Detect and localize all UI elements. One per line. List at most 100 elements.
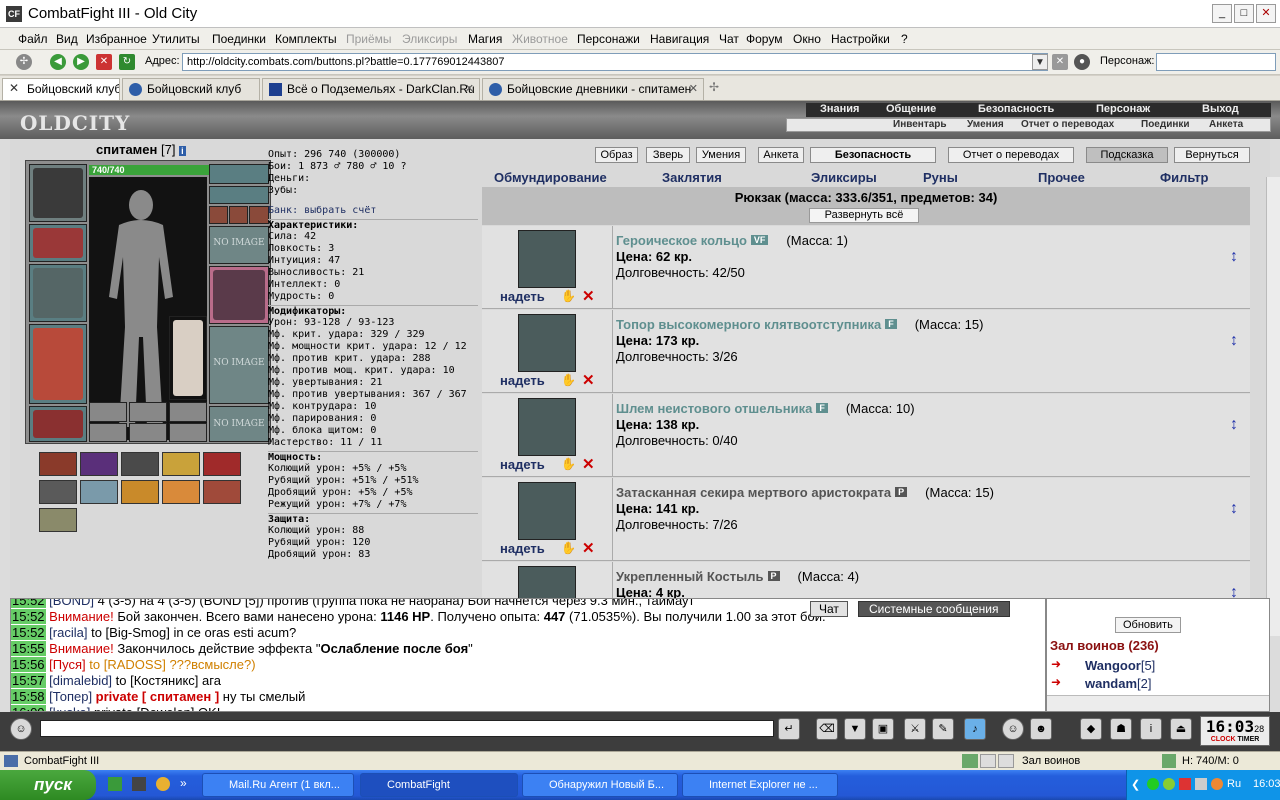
menu-animal[interactable]: Животное xyxy=(512,32,568,46)
minimize-button[interactable]: _ xyxy=(1212,4,1232,23)
wear-button[interactable]: надеть xyxy=(500,373,545,388)
task-combatfight[interactable]: CombatFight xyxy=(360,773,518,797)
user-link[interactable]: Wangoor[5] xyxy=(1085,658,1155,673)
delete-icon[interactable]: ✕ xyxy=(582,371,595,389)
belt-item-4[interactable] xyxy=(162,452,200,476)
profile-button[interactable]: Анкета xyxy=(758,147,804,163)
subnav-inventory[interactable]: Инвентарь xyxy=(893,119,947,130)
tray-app-icon[interactable] xyxy=(1179,778,1191,790)
item-name[interactable]: Шлем неистового отшельника F (Масса: 10) xyxy=(616,401,915,416)
boots-slot[interactable]: NO IMAGE xyxy=(209,406,269,442)
security-button[interactable]: Безопасность xyxy=(810,147,936,163)
belt-item-11[interactable] xyxy=(39,508,77,532)
offhand-slot[interactable] xyxy=(209,266,269,324)
eraser-icon[interactable]: ⌫ xyxy=(816,718,838,740)
nav-security[interactable]: Безопасность xyxy=(978,103,1054,115)
rune-slot-6[interactable] xyxy=(169,423,207,442)
defense-header[interactable]: Защита: xyxy=(268,513,478,525)
nav-knowledge[interactable]: Знания xyxy=(820,103,859,115)
modifiers-header[interactable]: Модификаторы: xyxy=(268,305,478,317)
network-icon[interactable] xyxy=(1195,778,1207,790)
page-icon[interactable] xyxy=(980,754,996,768)
earring-slot[interactable] xyxy=(209,164,269,184)
pants-slot[interactable]: NO IMAGE xyxy=(209,326,269,404)
hint-button[interactable]: Подсказка xyxy=(1086,147,1168,163)
user-link[interactable]: wandam[2] xyxy=(1085,676,1151,691)
ring-slot-2[interactable] xyxy=(229,206,248,224)
bank-link[interactable]: Банк: выбрать счёт xyxy=(268,205,478,217)
menu-window[interactable]: Окно xyxy=(793,32,821,46)
item-name[interactable]: Затасканная секира мертвого аристократа P… xyxy=(616,485,994,500)
transfers-button[interactable]: Отчет о переводах xyxy=(948,147,1074,163)
tab-chat[interactable]: Чат xyxy=(810,601,848,617)
new-tab-icon[interactable]: ✢ xyxy=(709,80,719,94)
start-button[interactable]: пуск xyxy=(0,770,96,800)
exit-icon[interactable]: ⏏ xyxy=(1170,718,1192,740)
wear-button[interactable]: надеть xyxy=(500,457,545,472)
pin-icon[interactable]: ✢ xyxy=(16,54,32,70)
menu-settings[interactable]: Настройки xyxy=(831,32,890,46)
online-icon[interactable] xyxy=(962,754,978,768)
pet-button[interactable]: Зверь xyxy=(646,147,690,163)
emoticon-icon[interactable]: ☺ xyxy=(1002,718,1024,740)
sound-icon[interactable]: ♪ xyxy=(964,718,986,740)
menu-file[interactable]: Файл xyxy=(18,32,48,46)
menu-favorites[interactable]: Избранное xyxy=(86,32,147,46)
users-icon[interactable]: ● xyxy=(1074,54,1090,70)
gloves-slot[interactable]: NO IMAGE xyxy=(209,226,269,264)
rune-slot-1[interactable] xyxy=(89,402,127,422)
chevron-icon[interactable]: » xyxy=(180,776,187,790)
menu-utils[interactable]: Утилиты xyxy=(152,32,200,46)
persona-select[interactable] xyxy=(1156,53,1276,71)
delete-icon[interactable]: ✕ xyxy=(582,455,595,473)
armor-slot[interactable] xyxy=(29,324,87,404)
item-name[interactable]: Топор высокомерного клятвоотступника F (Ма… xyxy=(616,317,983,332)
tab-filter[interactable]: Фильтр xyxy=(1160,170,1209,185)
menu-characters[interactable]: Персонажи xyxy=(577,32,640,46)
tab-fightclub-2[interactable]: Бойцовский клуб xyxy=(122,78,260,100)
task-ie[interactable]: Internet Explorer не ... xyxy=(682,773,838,797)
menu-navigation[interactable]: Навигация xyxy=(650,32,709,46)
chat-nick[interactable]: [dimalebid] xyxy=(49,673,112,688)
close-button[interactable]: ✕ xyxy=(1256,4,1276,23)
belt-item-10[interactable] xyxy=(203,480,241,504)
weapon-slot[interactable] xyxy=(29,264,87,322)
send-icon[interactable]: ↵ xyxy=(778,718,800,740)
filter-icon[interactable]: ▼ xyxy=(844,718,866,740)
item-icon[interactable] xyxy=(518,398,576,456)
address-dropdown-icon[interactable]: ▼ xyxy=(1032,54,1048,70)
nav-character[interactable]: Персонаж xyxy=(1096,103,1150,115)
menu-fights[interactable]: Поединки xyxy=(212,32,266,46)
menu-chat[interactable]: Чат xyxy=(719,32,739,46)
menu-sets[interactable]: Комплекты xyxy=(275,32,337,46)
menu-magic[interactable]: Магия xyxy=(468,32,502,46)
belt-item-2[interactable] xyxy=(80,452,118,476)
tab-spells[interactable]: Заклятия xyxy=(662,170,722,185)
chat-nick[interactable]: [Пуся] xyxy=(49,657,85,672)
tab-equipment[interactable]: Обмундирование xyxy=(494,170,607,185)
delete-icon[interactable]: ✕ xyxy=(582,287,595,305)
address-input[interactable]: http://oldcity.combats.com/buttons.pl?ba… xyxy=(182,53,1048,71)
belt-item-9[interactable] xyxy=(162,480,200,504)
amulet-slot[interactable] xyxy=(209,186,269,204)
helmet-slot[interactable] xyxy=(29,164,87,222)
subnav-transfers[interactable]: Отчет о переводах xyxy=(1021,119,1114,130)
chrome-icon[interactable] xyxy=(156,777,170,791)
glove-icon[interactable]: ✋ xyxy=(561,541,576,555)
nav-social[interactable]: Общение xyxy=(886,103,936,115)
tab-other[interactable]: Прочее xyxy=(1038,170,1085,185)
return-button[interactable]: Вернуться xyxy=(1174,147,1250,163)
rune-slot-2[interactable] xyxy=(129,402,167,422)
expand-all-button[interactable]: Развернуть всё xyxy=(809,208,919,223)
page-scrollbar[interactable] xyxy=(1266,177,1280,636)
glove-icon[interactable]: ✋ xyxy=(561,457,576,471)
delete-icon[interactable]: ✕ xyxy=(582,539,595,557)
tab-elixirs[interactable]: Эликсиры xyxy=(811,170,877,185)
refresh-icon[interactable] xyxy=(1162,754,1176,768)
menu-help[interactable]: ? xyxy=(901,32,908,46)
belt-item-3[interactable] xyxy=(121,452,159,476)
power-header[interactable]: Мощность: xyxy=(268,451,478,463)
belt-item-5[interactable] xyxy=(203,452,241,476)
move-arrow-icon[interactable]: ↕ xyxy=(1230,332,1238,350)
chat-settings-icon[interactable]: ▣ xyxy=(872,718,894,740)
